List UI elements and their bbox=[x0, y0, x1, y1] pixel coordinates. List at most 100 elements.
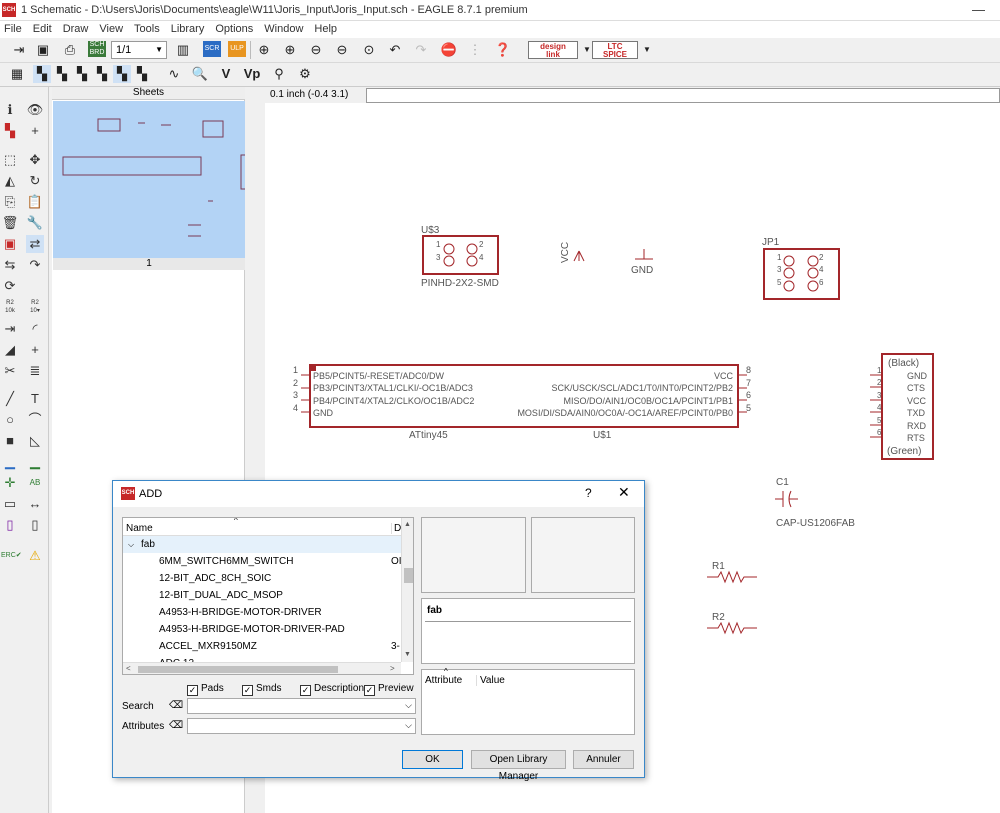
scroll-right-icon[interactable]: > bbox=[390, 664, 395, 673]
device-row[interactable]: 12-BIT_ADC_8CH_SOIC bbox=[123, 570, 401, 587]
ltc-spice-button[interactable]: LTC SPICE bbox=[592, 41, 638, 59]
add-part-icon[interactable]: ▣ bbox=[1, 235, 19, 253]
chevron-down-icon[interactable]: ⌵ bbox=[405, 700, 412, 711]
layer-view-1-icon[interactable]: ▚ bbox=[33, 65, 51, 83]
hscroll-thumb[interactable] bbox=[138, 666, 338, 673]
preview-checkbox[interactable]: ✓ Preview bbox=[364, 683, 414, 696]
zoom-area-icon[interactable]: ⊙ bbox=[360, 41, 378, 59]
device-row[interactable]: ACCEL_MXR9150MZ 3- bbox=[123, 638, 401, 655]
value-tool-icon[interactable]: R2 10▾ bbox=[26, 299, 44, 317]
run-script-icon[interactable]: SCR bbox=[203, 41, 221, 57]
search-input[interactable]: ⌵ bbox=[187, 698, 416, 714]
open-library-manager-button[interactable]: Open Library Manager bbox=[471, 750, 566, 782]
module-icon[interactable]: ▯ bbox=[1, 516, 19, 534]
name-column-header[interactable]: Name bbox=[126, 523, 153, 534]
tree-horizontal-scrollbar[interactable]: < > bbox=[123, 662, 401, 674]
eye-icon[interactable]: 👁 bbox=[26, 101, 44, 119]
scroll-up-icon[interactable]: ▲ bbox=[404, 521, 411, 528]
settings-gear-icon[interactable]: ⚙ bbox=[296, 65, 314, 83]
zoom-redraw-icon[interactable]: ⊖ bbox=[333, 41, 351, 59]
clear-search-icon[interactable]: ⌫ bbox=[169, 700, 183, 712]
cancel-button[interactable]: Annuler bbox=[573, 750, 634, 769]
junction-icon[interactable]: + bbox=[26, 341, 44, 359]
scroll-down-icon[interactable]: ▼ bbox=[404, 651, 411, 658]
scroll-thumb[interactable] bbox=[404, 568, 413, 583]
menu-file[interactable]: File bbox=[4, 21, 22, 38]
redo-icon[interactable]: ↷ bbox=[412, 41, 430, 59]
wrench-icon[interactable]: 🔧 bbox=[26, 214, 44, 232]
name-icon[interactable]: R2 10k bbox=[1, 299, 19, 317]
move-icon[interactable]: ✥ bbox=[26, 151, 44, 169]
pin-value-icon[interactable]: Vp bbox=[243, 65, 261, 83]
zoom-out-icon[interactable]: ⊖ bbox=[307, 41, 325, 59]
menu-options[interactable]: Options bbox=[215, 21, 253, 38]
sheet-thumbnail[interactable] bbox=[53, 101, 248, 258]
checkbox-check-icon[interactable]: ✓ bbox=[242, 685, 253, 696]
rect-icon[interactable]: ■ bbox=[1, 432, 19, 450]
line-icon[interactable]: ╱ bbox=[1, 390, 19, 408]
select-icon[interactable]: ⬚ bbox=[1, 151, 19, 169]
smds-checkbox[interactable]: ✓ Smds bbox=[242, 683, 282, 696]
menu-view[interactable]: View bbox=[99, 21, 123, 38]
library-icon[interactable]: ▥ bbox=[174, 41, 192, 59]
zoom-fit-icon[interactable]: ⊕ bbox=[255, 41, 273, 59]
help-icon[interactable]: ❓ bbox=[494, 41, 512, 59]
net-icon[interactable]: ▁ bbox=[26, 453, 44, 471]
circle-icon[interactable]: ○ bbox=[1, 411, 19, 429]
pads-checkbox[interactable]: ✓ Pads bbox=[187, 683, 224, 696]
layer-view-4-icon[interactable]: ▚ bbox=[93, 65, 111, 83]
command-input[interactable] bbox=[366, 88, 1000, 103]
print-icon[interactable]: ⎙ bbox=[61, 41, 79, 59]
mark-icon[interactable]: + bbox=[26, 122, 44, 140]
checkbox-check-icon[interactable]: ✓ bbox=[300, 685, 311, 696]
run-ulp-icon[interactable]: ULP bbox=[228, 41, 246, 57]
open-icon[interactable]: ⇥ bbox=[10, 41, 28, 59]
cut-icon[interactable]: ✂ bbox=[1, 362, 19, 380]
zoom-in-icon[interactable]: ⊕ bbox=[281, 41, 299, 59]
ltc-spice-dropdown-icon[interactable]: ▼ bbox=[638, 41, 656, 59]
dimension-icon[interactable]: ↔ bbox=[26, 495, 44, 513]
wire-style-icon[interactable]: ∿ bbox=[165, 65, 183, 83]
grid-icon[interactable]: ▦ bbox=[8, 65, 26, 83]
sheet-number[interactable]: 1 bbox=[53, 258, 245, 270]
menu-window[interactable]: Window bbox=[264, 21, 303, 38]
checkbox-check-icon[interactable]: ✓ bbox=[187, 685, 198, 696]
ratsnest-icon[interactable]: ⚲ bbox=[270, 65, 288, 83]
value-column-header[interactable]: Value bbox=[476, 675, 505, 686]
layer-view-2-icon[interactable]: ▚ bbox=[53, 65, 71, 83]
menu-help[interactable]: Help bbox=[314, 21, 337, 38]
value-icon[interactable]: V bbox=[217, 65, 235, 83]
board-switch-icon[interactable]: SCH BRD bbox=[88, 41, 106, 57]
device-row[interactable]: A4953-H-BRIDGE-MOTOR-DRIVER bbox=[123, 604, 401, 621]
menu-edit[interactable]: Edit bbox=[33, 21, 52, 38]
checkbox-check-icon[interactable]: ✓ bbox=[364, 685, 375, 696]
copy-icon[interactable]: ⎘ bbox=[1, 193, 19, 211]
collapse-chevron-icon[interactable]: ⌵ bbox=[128, 536, 134, 553]
delete-icon[interactable]: 🗑 bbox=[1, 214, 19, 232]
description-column-header[interactable]: De bbox=[391, 523, 401, 534]
minimize-button[interactable]: — bbox=[972, 2, 985, 17]
gateswap-icon[interactable]: ⟳ bbox=[1, 277, 19, 295]
show-icon[interactable]: 🔍 bbox=[191, 65, 209, 83]
undo-icon[interactable]: ↶ bbox=[386, 41, 404, 59]
sheet-select[interactable]: 1/1 ▼ bbox=[111, 41, 167, 59]
chevron-down-icon[interactable]: ⌵ bbox=[405, 720, 412, 731]
device-row[interactable]: 6MM_SWITCH6MM_SWITCH OI bbox=[123, 553, 401, 570]
layer-view-5-icon[interactable]: ▚ bbox=[113, 65, 131, 83]
split-icon[interactable]: ◢ bbox=[1, 341, 19, 359]
replace-icon[interactable]: ⇄ bbox=[26, 235, 44, 253]
menu-library[interactable]: Library bbox=[171, 21, 205, 38]
info-icon[interactable]: ℹ bbox=[1, 101, 19, 119]
attribute-icon[interactable]: ≣ bbox=[26, 362, 44, 380]
rotate-icon[interactable]: ↻ bbox=[26, 172, 44, 190]
tree-vertical-scrollbar[interactable]: ▲ ▼ bbox=[401, 518, 413, 662]
ok-button[interactable]: OK bbox=[402, 750, 463, 769]
clear-attributes-icon[interactable]: ⌫ bbox=[169, 720, 183, 732]
design-link-button[interactable]: design link bbox=[528, 41, 578, 59]
port-icon[interactable]: ▯ bbox=[26, 516, 44, 534]
menu-tools[interactable]: Tools bbox=[134, 21, 160, 38]
scroll-left-icon[interactable]: < bbox=[126, 664, 131, 673]
frame-icon[interactable]: ▭ bbox=[1, 495, 19, 513]
description-checkbox[interactable]: ✓ Description bbox=[300, 683, 364, 696]
go-icon[interactable]: ⋮ bbox=[466, 41, 484, 59]
